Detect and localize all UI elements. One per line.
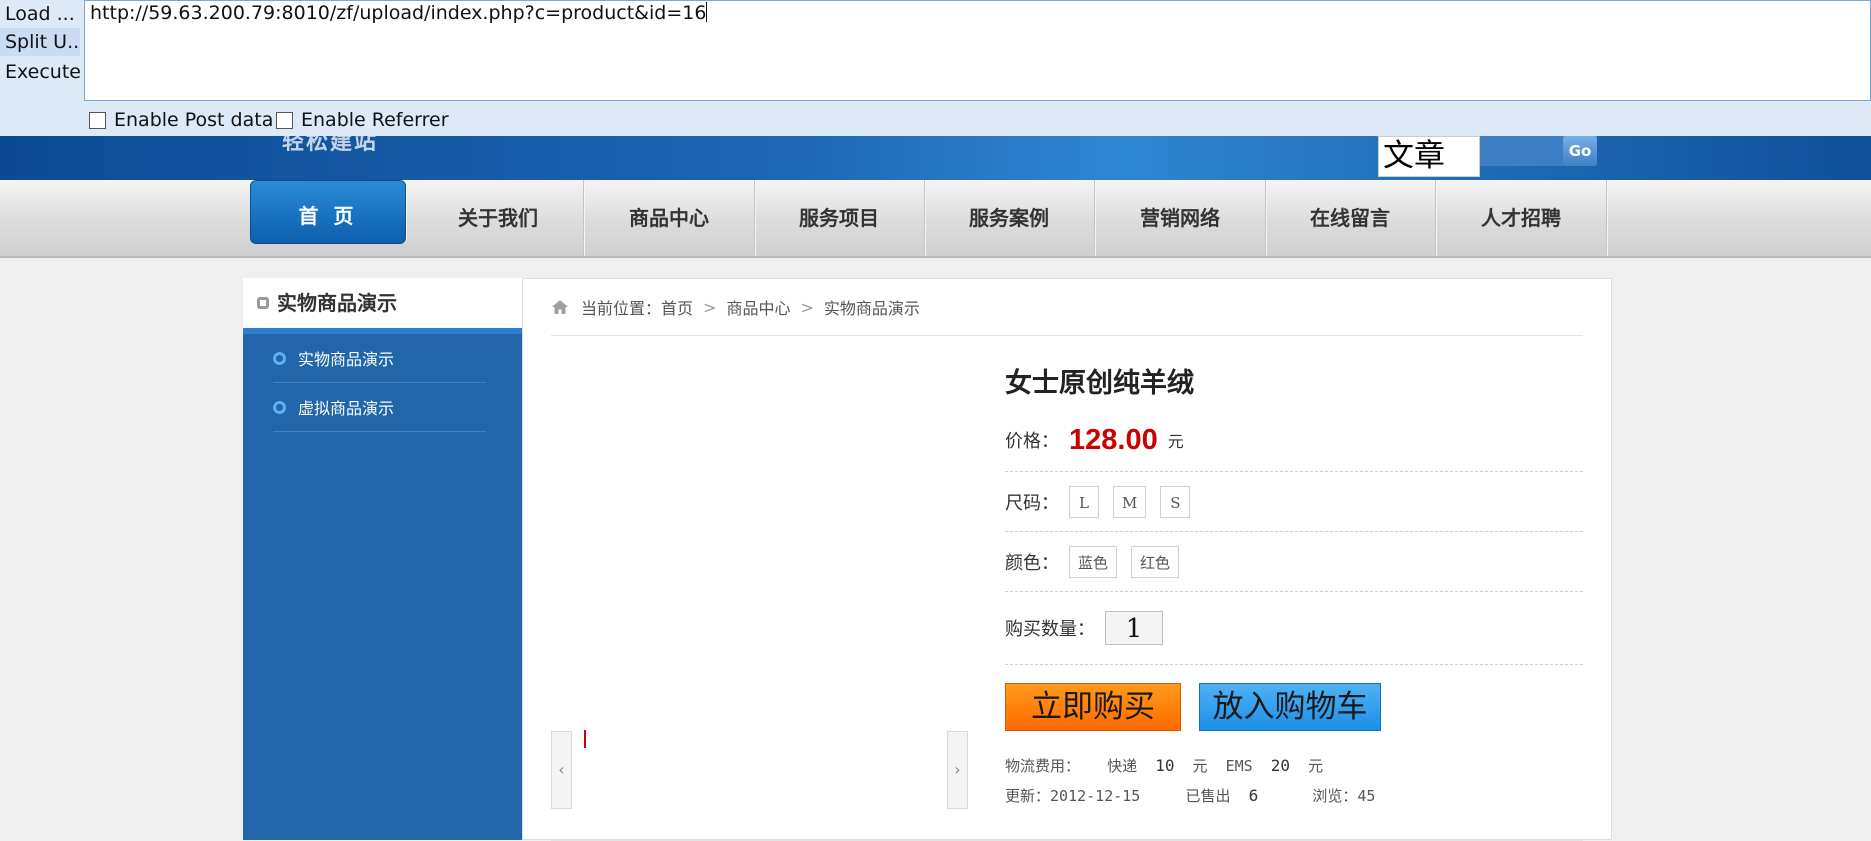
sidebar-item-label: 虚拟商品演示 bbox=[298, 399, 395, 418]
thumbnail-marker bbox=[584, 730, 586, 748]
nav-services[interactable]: 服务项目 bbox=[754, 180, 925, 256]
main-nav: 首 页 关于我们 商品中心 服务项目 服务案例 营销网络 在线留言 人才招聘 bbox=[0, 180, 1871, 258]
sidebar-item-physical[interactable]: 实物商品演示 bbox=[273, 334, 486, 383]
size-option-l[interactable]: L bbox=[1069, 485, 1099, 518]
nav-network[interactable]: 营销网络 bbox=[1095, 180, 1266, 256]
url-text: http://59.63.200.79:8010/zf/upload/index… bbox=[90, 2, 707, 24]
shipping-label: 物流费用： bbox=[1005, 757, 1081, 775]
circle-bullet-icon bbox=[273, 400, 286, 414]
split-url-button[interactable]: Split U... bbox=[0, 28, 80, 56]
chevron-right-icon: > bbox=[800, 297, 814, 317]
nav-message[interactable]: 在线留言 bbox=[1265, 180, 1436, 256]
color-option-blue[interactable]: 蓝色 bbox=[1069, 545, 1118, 578]
size-option-s[interactable]: S bbox=[1160, 485, 1191, 518]
nav-jobs[interactable]: 人才招聘 bbox=[1436, 180, 1607, 256]
sold-count: 6 bbox=[1248, 786, 1259, 805]
breadcrumb-current[interactable]: 实物商品演示 bbox=[824, 295, 920, 319]
enable-post-checkbox[interactable]: Enable Post data bbox=[89, 109, 273, 131]
chevron-right-icon: > bbox=[703, 297, 717, 317]
price-row: 价格： 128.00 元 bbox=[1005, 409, 1583, 472]
breadcrumb: 当前位置： 首页 > 商品中心 > 实物商品演示 bbox=[551, 279, 1583, 336]
update-label: 更新： bbox=[1005, 787, 1051, 805]
nav-about[interactable]: 关于我们 bbox=[413, 180, 584, 256]
gallery-next-button[interactable]: › bbox=[947, 731, 968, 809]
site-slogan: 轻松建站 bbox=[282, 136, 379, 155]
buy-now-button[interactable]: 立即购买 bbox=[1005, 683, 1181, 731]
size-row: 尺码： L M S bbox=[1005, 472, 1583, 532]
url-textarea[interactable]: http://59.63.200.79:8010/zf/upload/index… bbox=[84, 0, 1871, 101]
price-unit: 元 bbox=[1167, 432, 1184, 451]
update-date: 2012-12-15 bbox=[1050, 787, 1141, 805]
product-stats: 更新：2012-12-15 已售出 6 浏览：45 bbox=[1005, 785, 1375, 806]
search-go-button[interactable]: Go bbox=[1563, 136, 1597, 166]
express-label: 快递 bbox=[1107, 757, 1138, 775]
checkbox-box[interactable] bbox=[89, 111, 106, 129]
size-label: 尺码： bbox=[1005, 492, 1059, 514]
sidebar: 实物商品演示 实物商品演示 虚拟商品演示 bbox=[243, 278, 522, 840]
sidebar-header: 实物商品演示 bbox=[243, 278, 522, 334]
breadcrumb-home[interactable]: 首页 bbox=[661, 295, 693, 319]
search-input[interactable]: 文章 bbox=[1378, 136, 1480, 177]
main-content: 当前位置： 首页 > 商品中心 > 实物商品演示 ‹ › 女士原创纯羊绒 价格：… bbox=[522, 278, 1612, 841]
quantity-input[interactable]: 1 bbox=[1105, 611, 1163, 645]
views-label: 浏览： bbox=[1312, 787, 1358, 805]
currency-label: 元 bbox=[1192, 757, 1208, 775]
nav-products[interactable]: 商品中心 bbox=[584, 180, 755, 256]
text-caret bbox=[706, 2, 708, 22]
gallery-prev-button[interactable]: ‹ bbox=[551, 731, 572, 809]
quantity-label: 购买数量： bbox=[1005, 619, 1095, 640]
ems-price: 20 bbox=[1270, 756, 1291, 775]
nav-cases[interactable]: 服务案例 bbox=[924, 180, 1095, 256]
color-option-red[interactable]: 红色 bbox=[1131, 545, 1180, 578]
square-bullet-icon bbox=[257, 297, 269, 309]
sidebar-item-label: 实物商品演示 bbox=[298, 350, 395, 369]
quantity-row: 购买数量： 1 bbox=[1005, 592, 1583, 665]
execute-button[interactable]: Execute bbox=[0, 58, 80, 86]
price-value: 128.00 bbox=[1069, 423, 1158, 456]
checkbox-box[interactable] bbox=[276, 111, 293, 129]
sold-label: 已售出 bbox=[1185, 787, 1231, 805]
breadcrumb-prefix: 当前位置： bbox=[581, 299, 662, 318]
enable-referrer-label: Enable Referrer bbox=[301, 109, 449, 131]
add-to-cart-button[interactable]: 放入购物车 bbox=[1199, 683, 1381, 731]
ems-label: EMS bbox=[1225, 757, 1253, 775]
product-title: 女士原创纯羊绒 bbox=[1005, 368, 1194, 399]
size-option-m[interactable]: M bbox=[1113, 485, 1147, 518]
express-price: 10 bbox=[1155, 756, 1175, 775]
sidebar-item-virtual[interactable]: 虚拟商品演示 bbox=[273, 383, 486, 432]
sidebar-title: 实物商品演示 bbox=[277, 291, 397, 315]
shipping-info: 物流费用： 快递 10 元 EMS 20 元 bbox=[1005, 755, 1323, 776]
hackbar-toolbar: Load ... Split U... Execute http://59.63… bbox=[0, 0, 1871, 136]
load-url-button[interactable]: Load ... bbox=[0, 0, 80, 28]
enable-post-label: Enable Post data bbox=[114, 109, 274, 131]
views-count: 45 bbox=[1357, 787, 1376, 805]
circle-bullet-icon bbox=[273, 351, 286, 365]
color-label: 颜色： bbox=[1005, 552, 1059, 574]
nav-home[interactable]: 首 页 bbox=[250, 180, 406, 244]
breadcrumb-products[interactable]: 商品中心 bbox=[726, 295, 790, 319]
price-label: 价格： bbox=[1005, 431, 1059, 452]
currency-label: 元 bbox=[1308, 757, 1324, 775]
enable-referrer-checkbox[interactable]: Enable Referrer bbox=[276, 109, 449, 131]
color-row: 颜色： 蓝色 红色 bbox=[1005, 532, 1583, 592]
home-icon bbox=[552, 300, 568, 314]
